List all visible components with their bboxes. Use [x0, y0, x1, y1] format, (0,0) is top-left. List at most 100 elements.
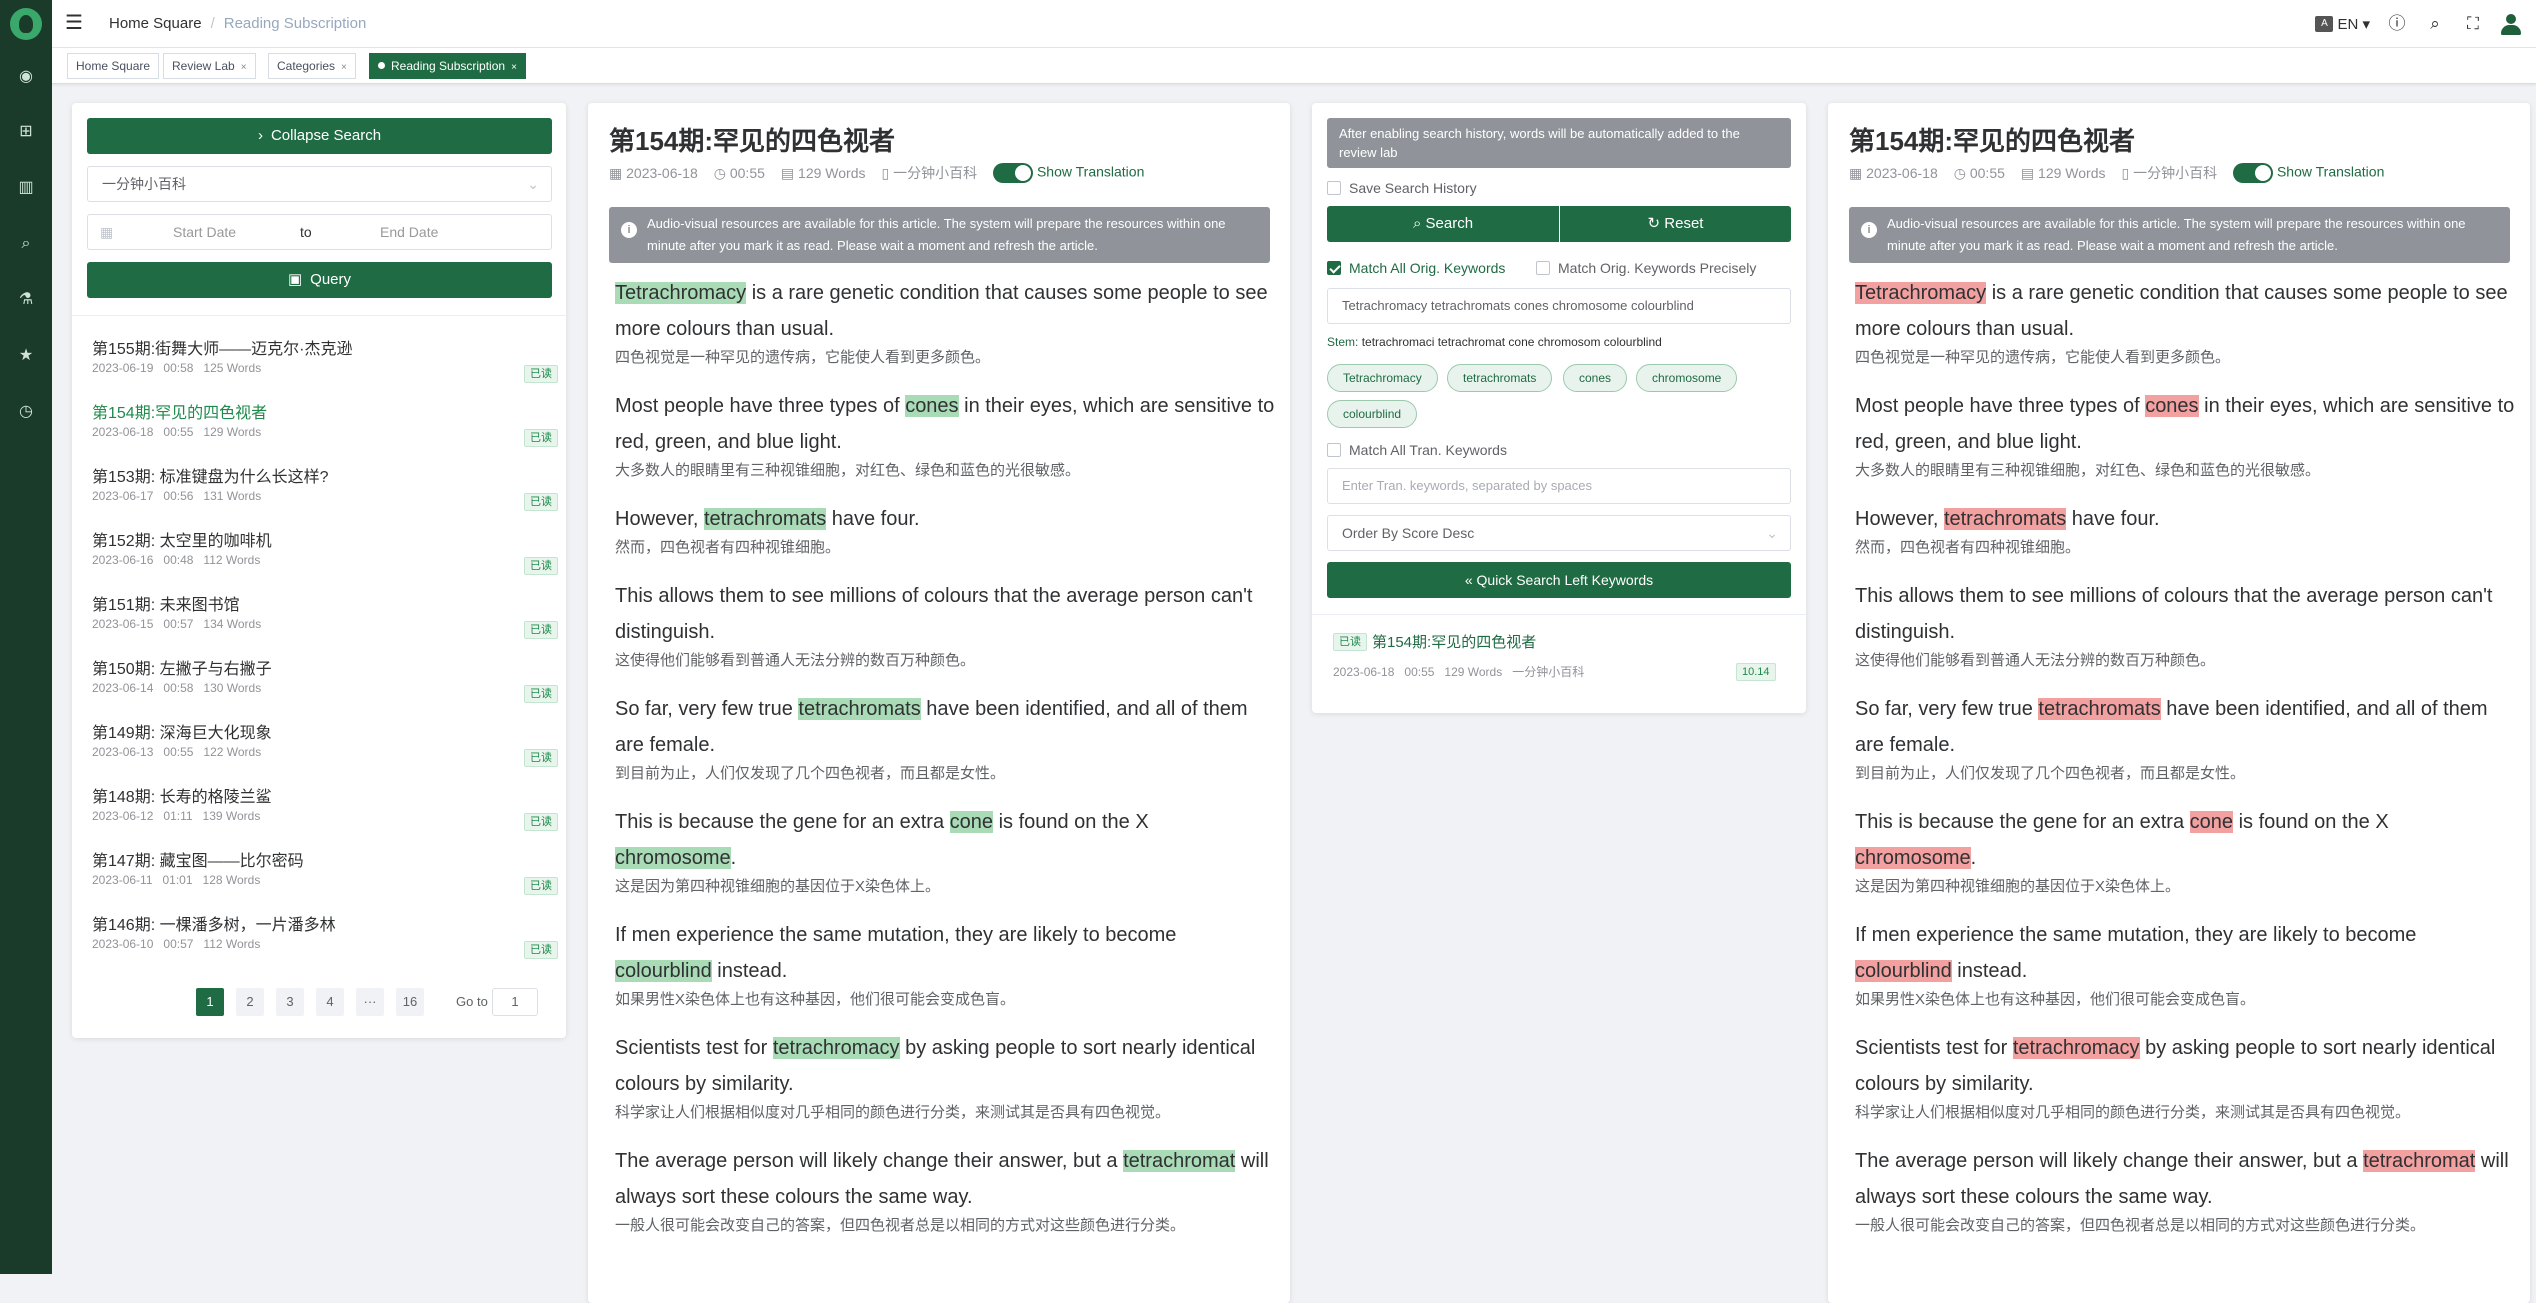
checkbox-label: Match All Orig. Keywords	[1349, 260, 1506, 276]
meta-duration: 01:01	[162, 873, 193, 887]
breadcrumb-home[interactable]: Home Square	[109, 15, 202, 32]
quick-search-button[interactable]: « Quick Search Left Keywords	[1327, 562, 1791, 598]
close-icon[interactable]: ×	[241, 62, 247, 73]
read-badge: 已读	[524, 621, 558, 639]
goto-page-input[interactable]: 1	[492, 988, 538, 1016]
end-date-input[interactable]: End Date	[380, 215, 438, 249]
tran-keywords-input[interactable]: Enter Tran. keywords, separated by space…	[1327, 468, 1791, 504]
tab-categories[interactable]: Categories ×	[268, 53, 356, 79]
keyword-highlight[interactable]: tetrachromacy	[772, 1037, 900, 1059]
translation: 科学家让人们根据相似度对几乎相同的颜色进行分类，来测试其是否具有四色视觉。	[615, 1104, 1171, 1121]
star-icon[interactable]: ★	[15, 345, 37, 367]
list-item[interactable]: 第150期: 左撇子与右撇子 2023-06-14 00:58 130 Words 已读	[92, 655, 562, 703]
list-item-title[interactable]: 第153期: 标准键盘为什么长这样?	[92, 463, 562, 487]
list-item-title[interactable]: 第150期: 左撇子与右撇子	[92, 655, 562, 679]
language-switch[interactable]: A EN ▾	[2315, 15, 2370, 33]
select-value: Order By Score Desc	[1342, 525, 1475, 541]
keyword-highlight[interactable]: tetrachromats	[1943, 508, 2067, 530]
list-item[interactable]: 第152期: 太空里的咖啡机 2023-06-16 00:48 112 Words 已读	[92, 527, 562, 575]
match-all-tran-checkbox[interactable]: Match All Tran. Keywords	[1327, 442, 1507, 458]
list-item-title[interactable]: 第152期: 太空里的咖啡机	[92, 527, 562, 551]
page-more[interactable]: ···	[356, 988, 384, 1016]
keyword-highlight[interactable]: chromosome	[615, 847, 731, 869]
list-item-title[interactable]: 第154期:罕见的四色视者	[92, 399, 562, 423]
book-icon[interactable]: ▥	[15, 177, 37, 199]
flask-icon[interactable]: ⚗	[15, 289, 37, 311]
hamburger-icon[interactable]: ☰	[65, 12, 87, 34]
keyword-chip[interactable]: Tetrachromacy	[1327, 364, 1438, 392]
page-3[interactable]: 3	[276, 988, 304, 1016]
keyword-highlight[interactable]: cones	[2145, 395, 2199, 417]
list-item[interactable]: 第154期:罕见的四色视者 2023-06-18 00:55 129 Words 已读	[92, 399, 562, 447]
keyword-highlight[interactable]: cone	[949, 811, 994, 833]
sitemap-icon[interactable]: ⊞	[15, 121, 37, 143]
translation: 这使得他们能够看到普通人无法分辨的数百万种颜色。	[615, 652, 976, 669]
start-date-input[interactable]: Start Date	[173, 215, 236, 249]
keyword-highlight[interactable]: tetrachromacy	[2012, 1037, 2140, 1059]
list-item-title[interactable]: 第151期: 未来图书馆	[92, 591, 562, 615]
list-item[interactable]: 第153期: 标准键盘为什么长这样? 2023-06-17 00:56 131 Wor…	[92, 463, 562, 511]
keyword-highlight[interactable]: tetrachromats	[703, 508, 827, 530]
list-item[interactable]: 第149期: 深海巨大化现象 2023-06-13 00:55 122 Words 已读	[92, 719, 562, 767]
order-select[interactable]: Order By Score Desc ⌄	[1327, 515, 1791, 551]
translation: 到目前为止，人们仅发现了几个四色视者，而且都是女性。	[1855, 765, 2246, 782]
list-item[interactable]: 第155期:街舞大师——迈克尔·杰克逊 2023-06-19 00:58 125 Wo…	[92, 335, 562, 383]
page-2[interactable]: 2	[236, 988, 264, 1016]
list-item-title[interactable]: 第155期:街舞大师——迈克尔·杰克逊	[92, 335, 562, 359]
clock-icon[interactable]: ◷	[15, 401, 37, 423]
result-title[interactable]: 第154期:罕见的四色视者	[1372, 631, 1536, 652]
match-precise-checkbox[interactable]: Match Orig. Keywords Precisely	[1536, 260, 1756, 276]
keyword-highlight[interactable]: tetrachromat	[2363, 1150, 2476, 1172]
tab-review-lab[interactable]: Review Lab ×	[163, 53, 256, 79]
show-translation-toggle[interactable]	[993, 163, 1034, 183]
keyword-highlight[interactable]: tetrachromats	[798, 698, 921, 720]
checkbox-label: Match Orig. Keywords Precisely	[1558, 260, 1757, 276]
page-4[interactable]: 4	[316, 988, 344, 1016]
fullscreen-icon[interactable]: ⛶	[2462, 13, 2484, 35]
list-item-title[interactable]: 第149期: 深海巨大化现象	[92, 719, 562, 743]
page-1[interactable]: 1	[196, 988, 224, 1016]
user-avatar-icon[interactable]	[2500, 13, 2522, 35]
close-icon[interactable]: ×	[341, 62, 347, 73]
tab-reading-subscription[interactable]: Reading Subscription ×	[369, 53, 526, 79]
date-range-picker[interactable]: ▦ Start Date to End Date	[87, 214, 552, 250]
search-button[interactable]: ⌕ Search	[1327, 206, 1559, 242]
reset-button[interactable]: ↻ Reset	[1560, 206, 1791, 242]
keyword-highlight[interactable]: cone	[2189, 811, 2234, 833]
save-history-checkbox[interactable]: Save Search History	[1327, 180, 1477, 196]
list-item[interactable]: 第146期: 一棵潘多树，一片潘多林 2023-06-10 00:57 112 Wor…	[92, 911, 562, 959]
tab-home-square[interactable]: Home Square	[67, 53, 160, 79]
list-item[interactable]: 第148期: 长寿的格陵兰鲨 2023-06-12 01:11 139 Words 已读	[92, 783, 562, 831]
show-translation-toggle[interactable]	[2233, 163, 2274, 183]
keyword-highlight[interactable]: chromosome	[1855, 847, 1971, 869]
page-16[interactable]: 16	[396, 988, 424, 1016]
keyword-highlight[interactable]: colourblind	[615, 960, 712, 982]
query-button[interactable]: ▣ Query	[87, 262, 552, 298]
collapse-search-button[interactable]: › Collapse Search	[87, 118, 552, 154]
keyword-highlight[interactable]: colourblind	[1855, 960, 1952, 982]
close-icon[interactable]: ×	[511, 62, 517, 73]
keyword-highlight[interactable]: Tetrachromacy	[615, 282, 747, 304]
list-item-title[interactable]: 第148期: 长寿的格陵兰鲨	[92, 783, 562, 807]
tab-label: Categories	[277, 59, 336, 73]
keyword-highlight[interactable]: cones	[905, 395, 959, 417]
search-icon[interactable]: ⌕	[2424, 13, 2446, 35]
list-item-title[interactable]: 第146期: 一棵潘多树，一片潘多林	[92, 911, 562, 935]
article-title: 第154期:罕见的四色视者	[1849, 126, 2136, 156]
search-nav-icon[interactable]: ⌕	[15, 233, 37, 255]
keyword-chip[interactable]: tetrachromats	[1447, 364, 1553, 392]
match-all-orig-checkbox[interactable]: Match All Orig. Keywords	[1327, 260, 1505, 276]
orig-keywords-input[interactable]: Tetrachromacy tetrachromats cones chromo…	[1327, 288, 1791, 324]
list-item[interactable]: 第147期: 藏宝图——比尔密码 2023-06-11 01:01 128 Words…	[92, 847, 562, 895]
keyword-chip[interactable]: chromosome	[1636, 364, 1738, 392]
keyword-highlight[interactable]: tetrachromats	[2038, 698, 2161, 720]
keyword-chip[interactable]: cones	[1563, 364, 1628, 392]
help-icon[interactable]: ⓘ	[2386, 13, 2408, 35]
list-item[interactable]: 第151期: 未来图书馆 2023-06-15 00:57 134 Words 已读	[92, 591, 562, 639]
category-select[interactable]: 一分钟小百科 ⌄	[87, 166, 552, 202]
keyword-chip[interactable]: colourblind	[1327, 400, 1418, 428]
globe-icon[interactable]: ◉	[15, 66, 37, 88]
keyword-highlight[interactable]: tetrachromat	[1123, 1150, 1236, 1172]
list-item-title[interactable]: 第147期: 藏宝图——比尔密码	[92, 847, 562, 871]
keyword-highlight[interactable]: Tetrachromacy	[1855, 282, 1987, 304]
